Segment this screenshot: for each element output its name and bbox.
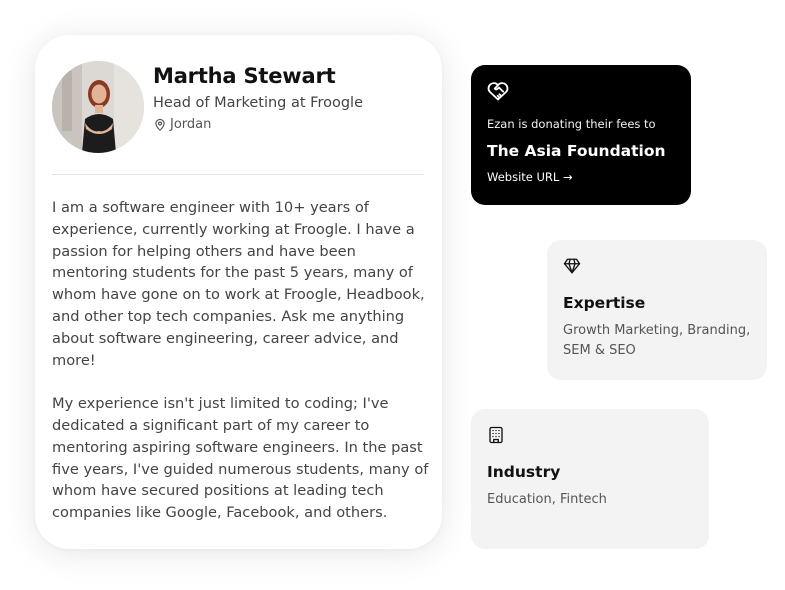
donation-text: Ezan is donating their fees to <box>487 117 656 131</box>
bio-paragraph: My experience isn't just limited to codi… <box>52 395 429 522</box>
donation-card: Ezan is donating their fees to The Asia … <box>471 65 691 205</box>
industry-value: Education, Fintech <box>487 492 607 507</box>
expertise-card: Expertise Growth Marketing, Branding, SE… <box>547 240 767 380</box>
profile-location: Jordan <box>153 117 211 132</box>
expertise-value: Growth Marketing, Branding, SEM & SEO <box>563 323 751 358</box>
profile-bio: I am a software engineer with 10+ years … <box>52 197 430 524</box>
profile-role: Head of Marketing at Froogle <box>153 95 363 111</box>
industry-title: Industry <box>487 463 561 481</box>
avatar <box>52 61 144 153</box>
expertise-title: Expertise <box>563 294 646 312</box>
location-text: Jordan <box>170 117 212 132</box>
website-url-link[interactable]: Website URL → <box>487 170 573 184</box>
industry-card: Industry Education, Fintech <box>471 409 709 549</box>
diamond-icon <box>563 257 581 275</box>
bio-paragraph: I am a software engineer with 10+ years … <box>52 199 425 369</box>
donation-organization: The Asia Foundation <box>487 142 666 160</box>
location-pin-icon <box>153 118 167 132</box>
heart-handshake-icon <box>486 79 510 103</box>
profile-card: Martha Stewart Head of Marketing at Froo… <box>35 35 442 549</box>
divider <box>52 174 424 175</box>
building-icon <box>487 426 505 444</box>
profile-name: Martha Stewart <box>153 64 336 88</box>
